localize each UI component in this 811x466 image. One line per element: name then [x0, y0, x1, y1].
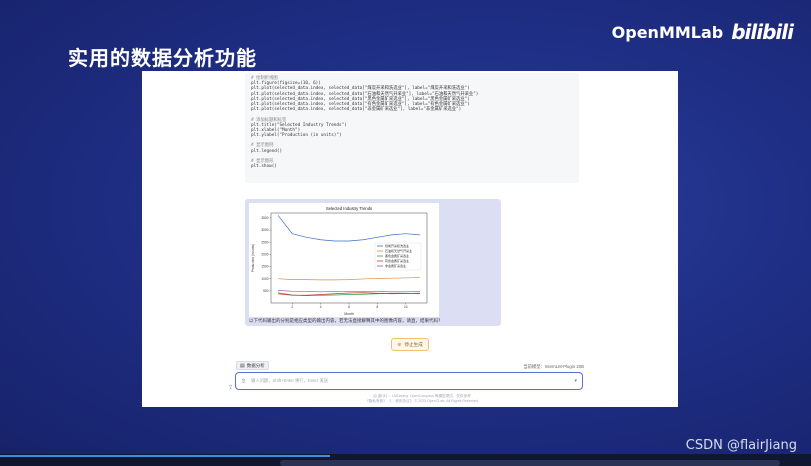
chart-icon: ▤	[240, 362, 245, 369]
chat-input[interactable]: 输入问题，Shift+Enter 换行，Enter 发送	[251, 378, 569, 384]
series-line	[278, 290, 420, 293]
model-label: 当前模型：InternLM-Plugin 20B	[523, 364, 584, 369]
video-progress[interactable]	[0, 455, 330, 457]
result-card: Selected Industry Trends Month Production …	[245, 199, 501, 326]
stop-button-label: 停止生成	[404, 341, 423, 347]
y-tick-label: 2000	[261, 253, 268, 257]
upload-icon[interactable]: ⇧	[241, 378, 246, 385]
data-analysis-tag[interactable]: ▤ 数据分析	[236, 361, 269, 370]
legend-label: 黑色金属矿采选业	[385, 253, 409, 258]
x-tick-label: 4	[320, 305, 322, 309]
chevron-down-icon[interactable]: ▾	[574, 378, 577, 384]
y-tick-label: 1500	[261, 265, 268, 269]
series-line	[277, 215, 420, 242]
x-tick-label: 10	[404, 305, 408, 309]
watermark: CSDN @flairJiang	[685, 438, 797, 453]
app-screenshot: # 绘制折线图 plt.figure(figsize=(10, 6)) plt.pl…	[142, 71, 678, 407]
y-tick-label: 1000	[261, 277, 268, 281]
x-axis-label: Month	[344, 312, 354, 316]
footer-note: 由 [新手] ... LMDeploy, OpenCompass 等模型提供，仅…	[292, 394, 552, 404]
data-analysis-label: 数据分析	[246, 362, 265, 368]
series-line	[278, 277, 420, 281]
line-chart: Selected Industry Trends Month Production …	[251, 206, 428, 316]
legend-label: 煤炭开采和洗选业	[385, 243, 409, 248]
legend-label: 石油和天然气开采业	[385, 248, 412, 253]
y-axis-label: Production (in units)	[251, 244, 255, 272]
attachment-icon[interactable]: ⇪	[228, 384, 233, 391]
presentation-slide: 实用的数据分析功能 OpenMMLab bilibili # 绘制折线图 plt.…	[0, 0, 811, 454]
footer-line-2: 《隐私条款》 《... 使用协议》 © 2023 OpenCLab. All R…	[365, 399, 479, 403]
chat-input-bar[interactable]: ⇧ 输入问题，Shift+Enter 换行，Enter 发送 ▾	[235, 372, 583, 390]
slide-title: 实用的数据分析功能	[68, 46, 257, 70]
video-scrub-track[interactable]	[280, 460, 780, 466]
stop-icon: ⊗	[397, 341, 402, 348]
chart-title: Selected Industry Trends	[326, 206, 372, 211]
legend-label: 非金属矿采选业	[385, 263, 406, 268]
x-tick-label: 6	[348, 305, 350, 309]
result-caption: 以下代码输出的分别是相应类型的输出内容，若无法直接解释其中的图像内容，请直，结果…	[249, 319, 441, 324]
y-tick-label: 500	[263, 289, 269, 293]
code-line: plt.show()	[251, 164, 277, 170]
stop-generation-button[interactable]: ⊗ 停止生成	[391, 338, 429, 351]
chart-figure: Selected Industry Trends Month Production …	[249, 203, 439, 317]
y-tick-label: 3000	[261, 228, 268, 232]
bilibili-logo: bilibili	[731, 20, 794, 44]
x-tick-label: 2	[291, 305, 293, 309]
brand-area: OpenMMLab bilibili	[611, 20, 794, 44]
y-tick-label: 3500	[261, 216, 268, 220]
code-block: # 绘制折线图 plt.figure(figsize=(10, 6)) plt.pl…	[245, 73, 579, 183]
x-tick-label: 8	[376, 305, 378, 309]
legend-label: 有色金属矿采选业	[385, 258, 409, 263]
y-tick-label: 2500	[261, 240, 268, 244]
openmmlab-logo-text: OpenMMLab	[611, 22, 724, 42]
